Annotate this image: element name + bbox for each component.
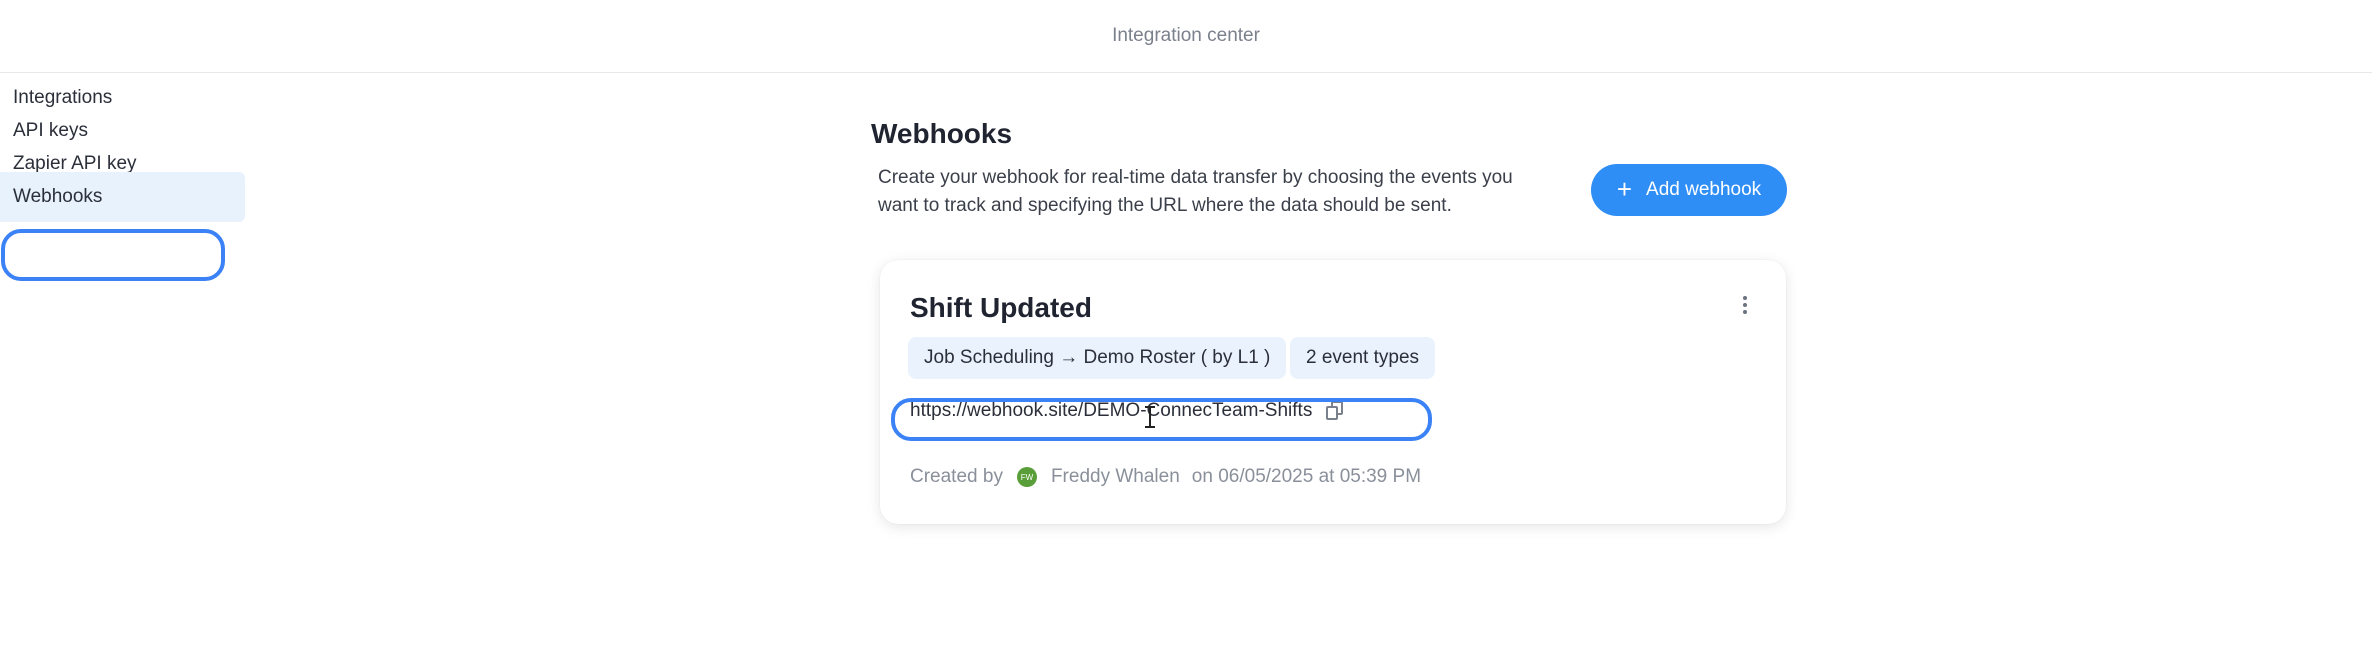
add-webhook-label: Add webhook	[1646, 179, 1762, 200]
created-by-row: Created by FW Freddy Whalen on 06/05/202…	[910, 466, 1421, 488]
more-options-icon[interactable]	[1735, 293, 1755, 317]
webhooks-highlight-ring	[1, 229, 225, 281]
page-description: Create your webhook for real-time data t…	[878, 167, 1513, 216]
event-types-chip[interactable]: 2 event types	[1290, 337, 1436, 379]
webhook-url-row: https://webhook.site/DEMO-ConnecTeam-Shi…	[910, 400, 1344, 422]
chip-label: 2 event types	[1306, 347, 1420, 368]
webhook-url[interactable]: https://webhook.site/DEMO-ConnecTeam-Shi…	[910, 400, 1312, 422]
webhook-title: Shift Updated	[910, 292, 1092, 323]
top-bar: Integration center	[0, 0, 2372, 73]
add-webhook-button[interactable]: + Add webhook	[1591, 164, 1787, 216]
creator-name: Freddy Whalen	[1050, 466, 1180, 487]
chip-label: Job Scheduling → Demo Roster ( by L1 )	[924, 347, 1271, 368]
text-cursor-icon	[1145, 406, 1155, 428]
page-title: Webhooks	[871, 118, 1013, 149]
webhook-source-chip: Job Scheduling → Demo Roster ( by L1 )	[908, 337, 1287, 379]
copy-icon[interactable]	[1326, 401, 1344, 421]
page-header-title: Integration center	[1112, 25, 1260, 46]
sidebar-item-webhooks[interactable]: Webhooks	[0, 172, 245, 222]
plus-icon: +	[1616, 174, 1633, 204]
created-date: on 06/05/2025 at 05:39 PM	[1191, 466, 1422, 487]
created-by-label: Created by	[910, 466, 1003, 487]
avatar: FW	[1016, 467, 1037, 487]
webhook-card: Shift Updated Job Scheduling → Demo Rost…	[880, 260, 1786, 524]
sidebar-item-label: Webhooks	[13, 186, 103, 207]
